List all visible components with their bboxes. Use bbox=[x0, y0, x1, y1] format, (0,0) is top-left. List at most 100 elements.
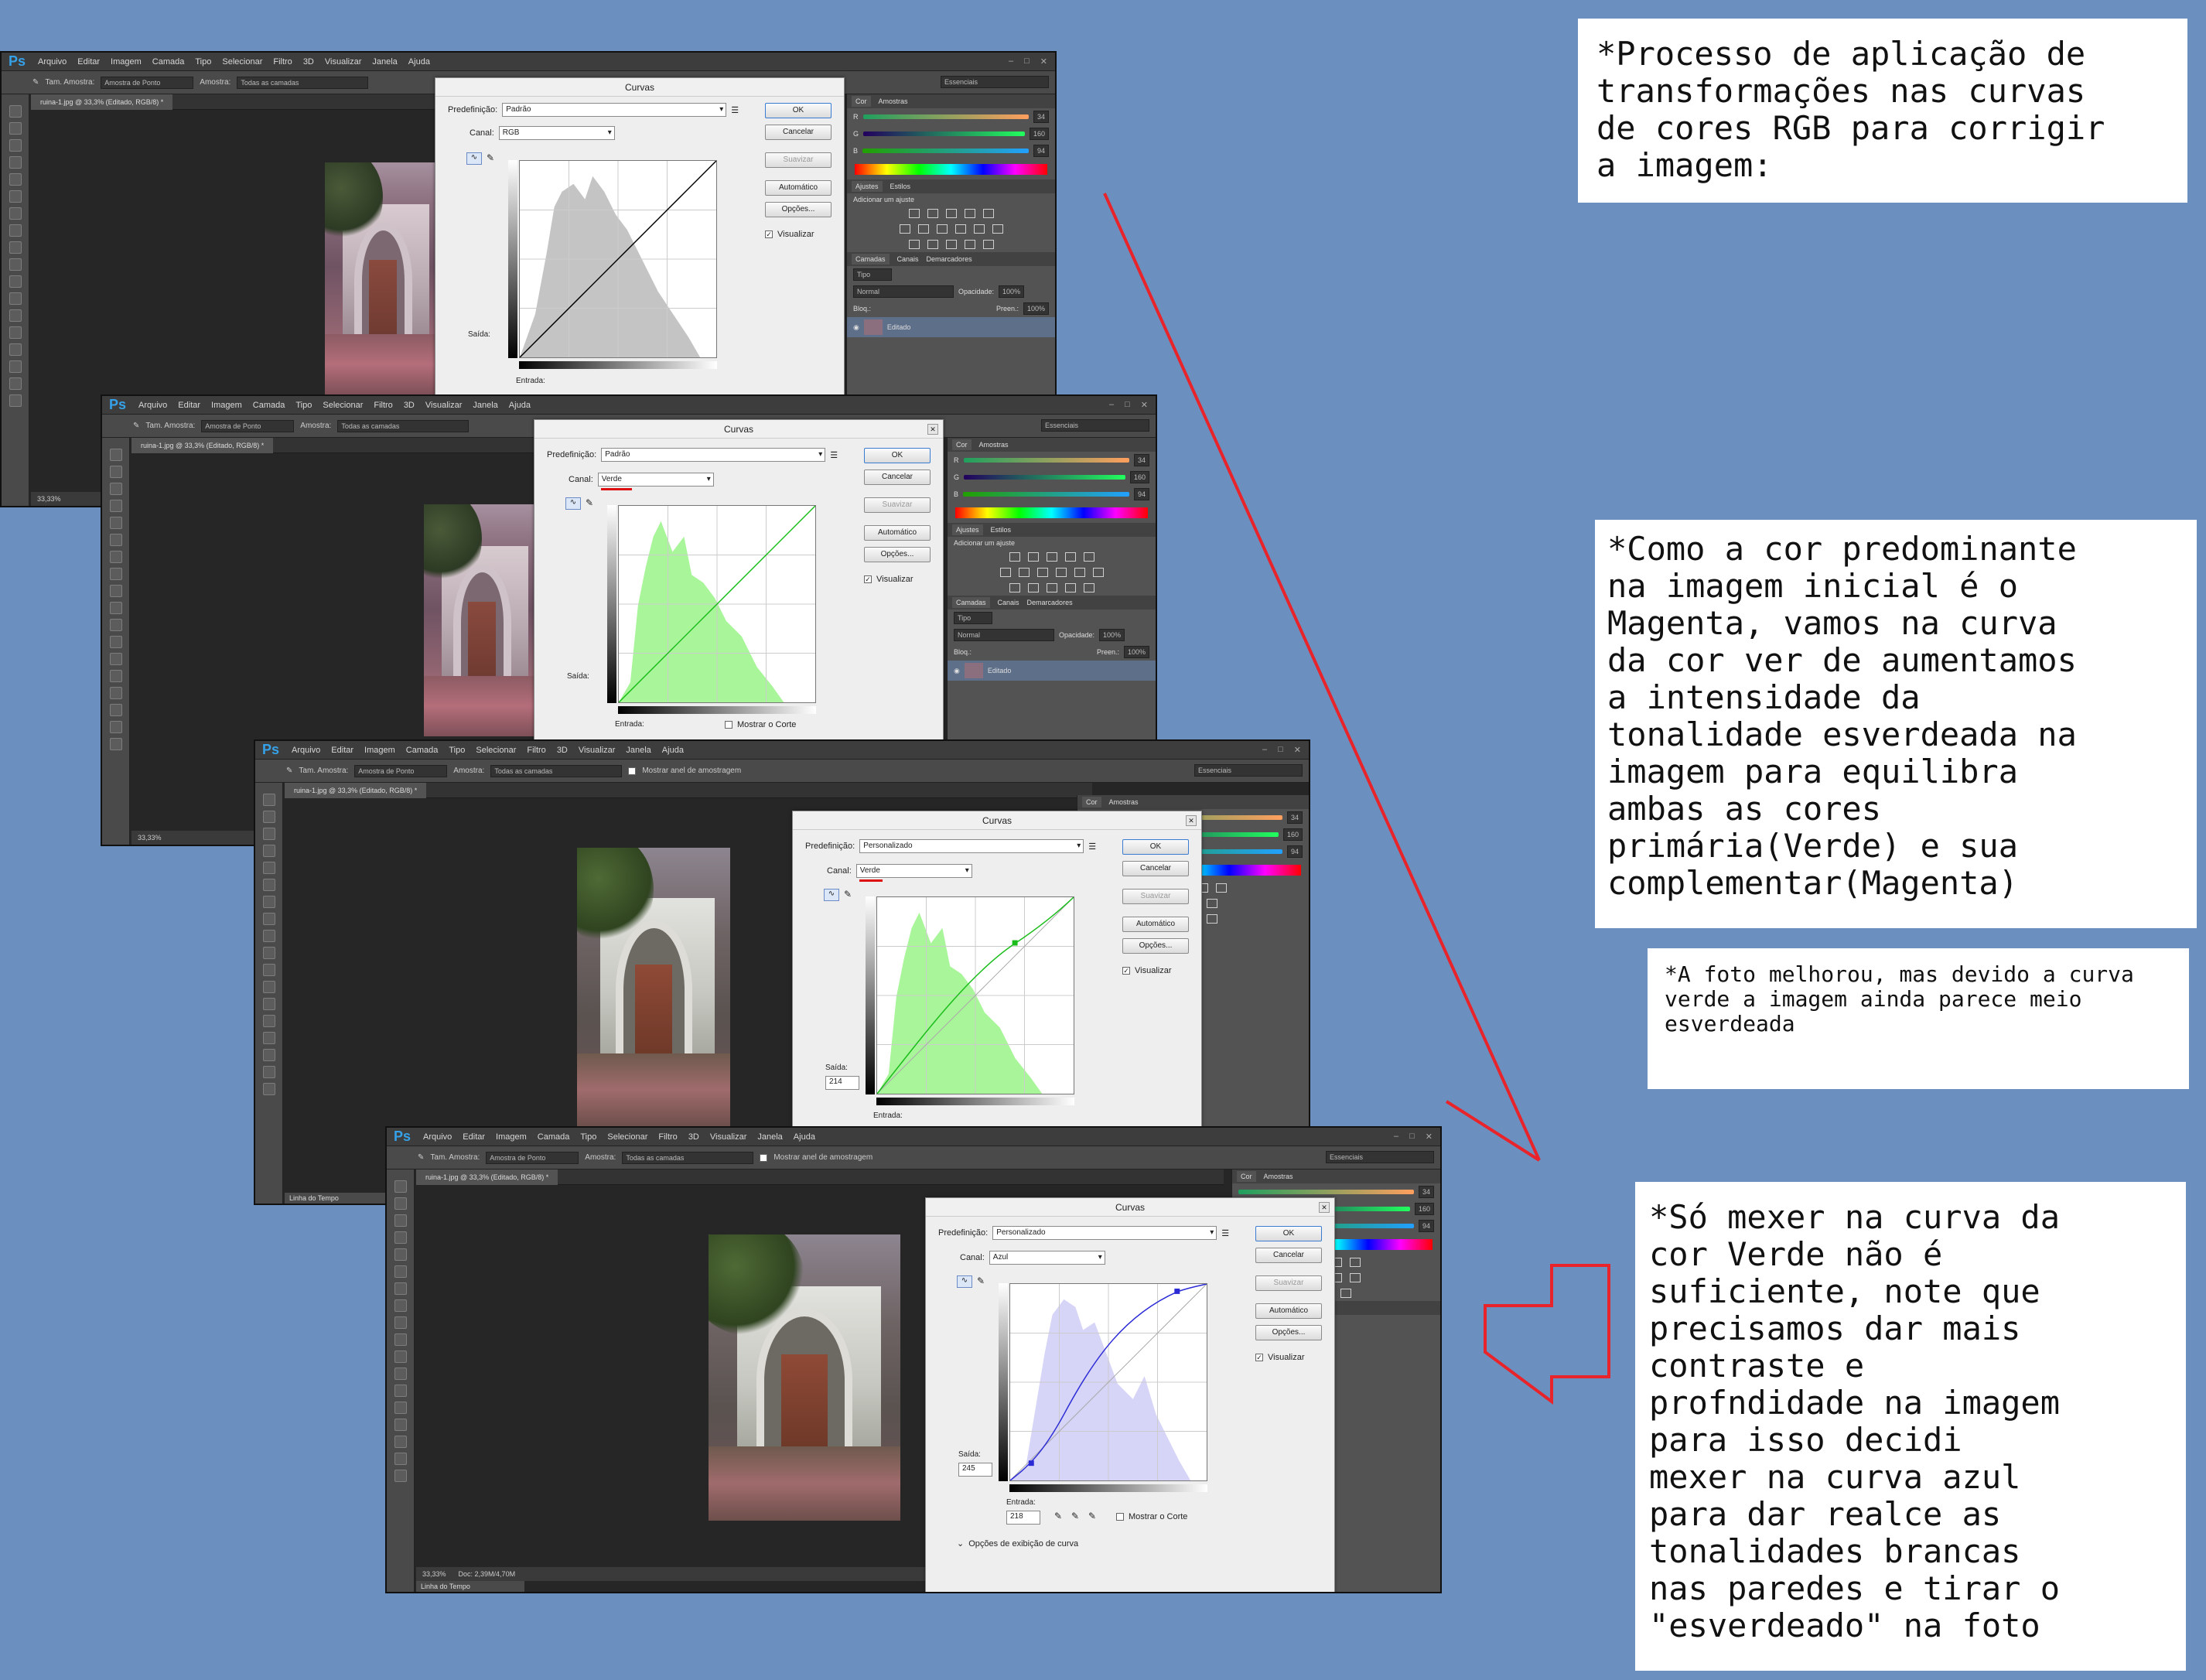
heal-tool-icon[interactable] bbox=[109, 551, 122, 563]
menu-ajuda[interactable]: Ajuda bbox=[788, 1132, 821, 1142]
shape-tool-icon[interactable] bbox=[394, 1470, 407, 1482]
marquee-tool-icon[interactable] bbox=[394, 1197, 407, 1210]
menu-camada[interactable]: Camada bbox=[532, 1132, 575, 1142]
minimize-icon[interactable]: – bbox=[1394, 1132, 1398, 1142]
menu-filtro[interactable]: Filtro bbox=[653, 1132, 682, 1142]
menu-editar[interactable]: Editar bbox=[72, 57, 105, 67]
workspace-select[interactable]: Essenciais bbox=[1326, 1151, 1434, 1163]
smooth-button[interactable]: Suavizar bbox=[1255, 1275, 1322, 1291]
menu-arquivo[interactable]: Arquivo bbox=[133, 401, 172, 410]
threshold-icon[interactable] bbox=[945, 240, 957, 249]
posterize-icon[interactable] bbox=[1027, 583, 1039, 592]
blur-tool-icon[interactable] bbox=[262, 998, 275, 1010]
tab-camadas[interactable]: Camadas bbox=[852, 254, 890, 265]
r-value[interactable]: 34 bbox=[1033, 111, 1049, 123]
eyedropper-icon[interactable]: ✎ bbox=[418, 1153, 424, 1162]
zoom-level[interactable]: 33,33% bbox=[422, 1570, 446, 1578]
output-value[interactable]: 214 bbox=[825, 1076, 859, 1090]
sample-select[interactable]: Todas as camadas bbox=[237, 76, 369, 89]
quick-select-tool-icon[interactable] bbox=[262, 845, 275, 857]
minimize-icon[interactable]: – bbox=[1109, 400, 1114, 410]
type-tool-icon[interactable] bbox=[109, 704, 122, 716]
size-select[interactable]: Amostra de Ponto bbox=[101, 76, 194, 89]
g-value[interactable]: 160 bbox=[1414, 1203, 1434, 1215]
photo-filter-icon[interactable] bbox=[1055, 568, 1067, 577]
timeline-panel[interactable]: Linha do Tempo bbox=[416, 1581, 524, 1592]
crop-tool-icon[interactable] bbox=[109, 517, 122, 529]
menu-editar[interactable]: Editar bbox=[457, 1132, 490, 1142]
curves-icon[interactable] bbox=[945, 209, 957, 218]
eyedropper-icon[interactable]: ✎ bbox=[286, 767, 292, 775]
tab-amostras[interactable]: Amostras bbox=[1264, 1173, 1293, 1180]
preview-checkbox[interactable]: ✓ bbox=[765, 230, 773, 238]
tab-canais[interactable]: Canais bbox=[897, 255, 919, 263]
curve-tool-icon[interactable]: ∿ bbox=[957, 1275, 972, 1288]
preset-menu-icon[interactable]: ☰ bbox=[1221, 1228, 1229, 1238]
preset-select[interactable]: Padrão bbox=[601, 448, 826, 462]
menu-imagem[interactable]: Imagem bbox=[105, 57, 147, 67]
move-tool-icon[interactable] bbox=[394, 1180, 407, 1193]
preset-select[interactable]: Personalizado bbox=[859, 839, 1084, 853]
window-controls[interactable]: – □ ✕ bbox=[1394, 1132, 1440, 1142]
close-icon[interactable]: ✕ bbox=[1040, 56, 1047, 67]
cancel-button[interactable]: Cancelar bbox=[765, 125, 832, 140]
menu-3d[interactable]: 3D bbox=[398, 401, 420, 410]
sample-select[interactable]: Todas as camadas bbox=[337, 419, 470, 432]
menu-janela[interactable]: Janela bbox=[620, 746, 656, 755]
curves-icon[interactable] bbox=[1349, 1258, 1361, 1267]
lookup-icon[interactable] bbox=[992, 224, 1003, 234]
tab-cor[interactable]: Cor bbox=[1237, 1171, 1256, 1182]
sample-select[interactable]: Todas as camadas bbox=[622, 1151, 754, 1164]
auto-button[interactable]: Automático bbox=[765, 180, 832, 196]
menu-arquivo[interactable]: Arquivo bbox=[418, 1132, 457, 1142]
restore-icon[interactable]: □ bbox=[1278, 745, 1283, 755]
vibrance-icon[interactable] bbox=[982, 209, 994, 218]
window-controls[interactable]: – □ ✕ bbox=[1262, 745, 1309, 755]
tab-estilos[interactable]: Estilos bbox=[991, 526, 1012, 534]
r-slider[interactable] bbox=[963, 458, 1129, 463]
brightness-icon[interactable] bbox=[908, 209, 920, 218]
menu-editar[interactable]: Editar bbox=[326, 746, 359, 755]
quick-select-tool-icon[interactable] bbox=[394, 1231, 407, 1244]
menu-editar[interactable]: Editar bbox=[172, 401, 206, 410]
levels-icon[interactable] bbox=[1027, 552, 1039, 562]
shape-tool-icon[interactable] bbox=[9, 394, 22, 407]
size-select[interactable]: Amostra de Ponto bbox=[486, 1151, 579, 1164]
g-value[interactable]: 160 bbox=[1029, 128, 1049, 140]
close-icon[interactable]: ✕ bbox=[1294, 745, 1301, 755]
g-value[interactable]: 160 bbox=[1129, 471, 1149, 483]
blur-tool-icon[interactable] bbox=[394, 1385, 407, 1397]
display-options-label[interactable]: Opções de exibição de curva bbox=[968, 1539, 1078, 1549]
type-tool-icon[interactable] bbox=[9, 360, 22, 373]
eyedropper-icon[interactable]: ✎ bbox=[133, 422, 139, 430]
tab-cor[interactable]: Cor bbox=[1082, 797, 1101, 808]
quick-select-tool-icon[interactable] bbox=[9, 156, 22, 169]
bw-icon[interactable] bbox=[1349, 1273, 1361, 1282]
move-tool-icon[interactable] bbox=[262, 794, 275, 806]
menu-3d[interactable]: 3D bbox=[683, 1132, 705, 1142]
heal-tool-icon[interactable] bbox=[9, 207, 22, 220]
menu-arquivo[interactable]: Arquivo bbox=[286, 746, 326, 755]
menu-3d[interactable]: 3D bbox=[298, 57, 319, 67]
brush-tool-icon[interactable] bbox=[394, 1299, 407, 1312]
invert-icon[interactable] bbox=[908, 240, 920, 249]
tab-canais[interactable]: Canais bbox=[998, 599, 1019, 606]
history-brush-tool-icon[interactable] bbox=[109, 602, 122, 614]
crop-tool-icon[interactable] bbox=[394, 1248, 407, 1261]
menu-selecionar[interactable]: Selecionar bbox=[602, 1132, 653, 1142]
curves-icon[interactable] bbox=[1046, 552, 1057, 562]
sample-select[interactable]: Todas as camadas bbox=[490, 764, 623, 777]
stamp-tool-icon[interactable] bbox=[262, 930, 275, 942]
minimize-icon[interactable]: – bbox=[1009, 56, 1013, 67]
brush-tool-icon[interactable] bbox=[262, 913, 275, 925]
document-tab[interactable]: ruina-1.jpg @ 33,3% (Editado, RGB/8) * bbox=[31, 94, 173, 110]
layer-name[interactable]: Editado bbox=[988, 667, 1012, 674]
b-value[interactable]: 94 bbox=[1033, 145, 1049, 157]
auto-button[interactable]: Automático bbox=[1122, 917, 1189, 932]
menu-filtro[interactable]: Filtro bbox=[521, 746, 551, 755]
path-select-tool-icon[interactable] bbox=[394, 1453, 407, 1465]
path-select-tool-icon[interactable] bbox=[9, 377, 22, 390]
channel-select[interactable]: RGB bbox=[498, 126, 615, 140]
lasso-tool-icon[interactable] bbox=[394, 1214, 407, 1227]
preset-menu-icon[interactable]: ☰ bbox=[731, 105, 739, 115]
